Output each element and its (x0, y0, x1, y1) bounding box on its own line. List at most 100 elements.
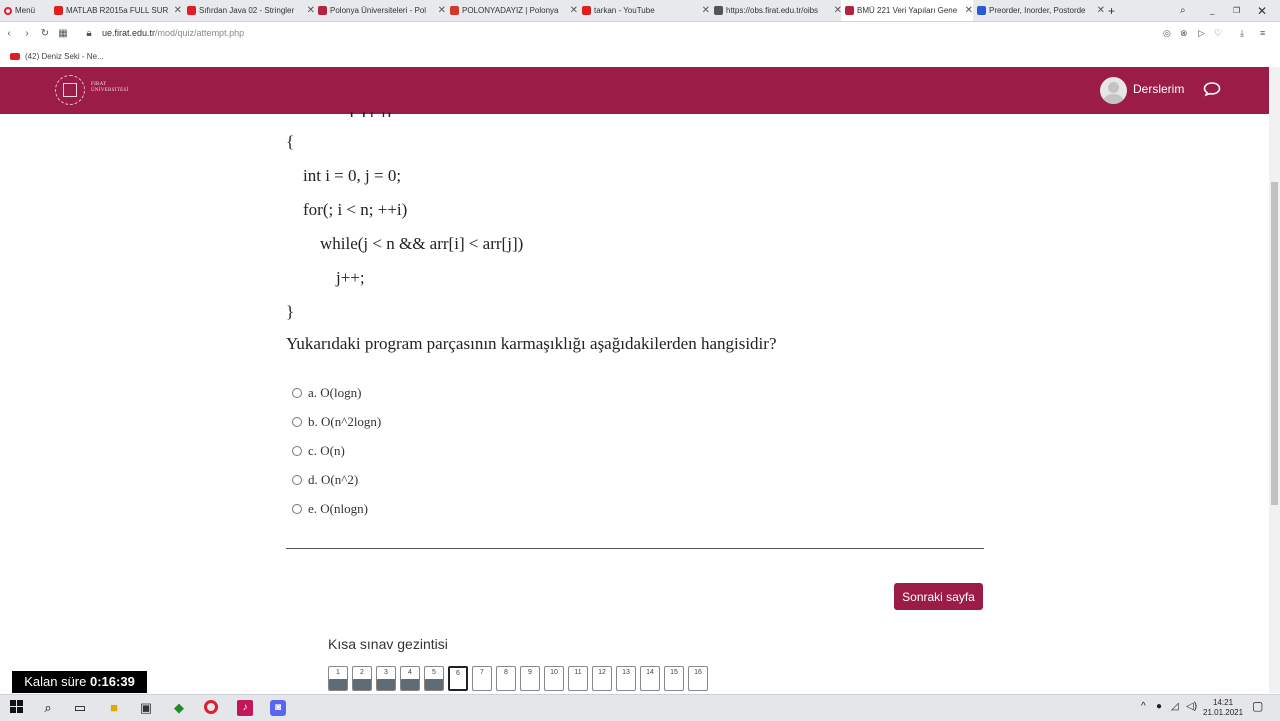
answer-radio-a[interactable] (292, 388, 302, 398)
minimize-button[interactable]: _ (1210, 0, 1222, 21)
easy-setup-icon[interactable]: ≡ (1260, 28, 1265, 38)
answer-radio-d[interactable] (292, 475, 302, 485)
close-tab-icon[interactable]: ✕ (174, 5, 182, 16)
site-header: FIRAT ÜNİVERSİTESİ Derslerim (0, 67, 1280, 114)
system-clock[interactable]: 14:21 21.01.2021 (1203, 698, 1243, 718)
volume-icon[interactable]: ◁) (1186, 701, 1197, 712)
answer-option-d[interactable]: d. O(n^2) (292, 472, 358, 488)
browser-tab[interactable]: Sıfırdan Java 02 - Stringler ✕ (183, 0, 315, 21)
quiz-nav-button[interactable]: 11 (568, 666, 588, 691)
answer-radio-b[interactable] (292, 417, 302, 427)
close-window-button[interactable]: ✕ (1257, 0, 1271, 21)
discord-icon[interactable]: ◙ (270, 700, 286, 716)
tab-title: BMÜ 221 Veri Yapıları Gene (857, 6, 958, 15)
quiz-nav-button[interactable]: 4 (400, 666, 420, 691)
store-icon[interactable]: ▣ (138, 700, 154, 716)
university-logo-text[interactable]: FIRAT ÜNİVERSİTESİ (91, 82, 129, 94)
browser-tab[interactable]: Polonya Üniversiteleri - Pol ✕ (314, 0, 446, 21)
restore-button[interactable]: ❐ (1233, 0, 1245, 21)
flow-icon[interactable]: ▷ (1198, 28, 1205, 39)
code-line: } (286, 302, 295, 321)
page-scrollbar[interactable] (1269, 67, 1280, 693)
quiz-nav-button[interactable]: 7 (472, 666, 492, 691)
close-tab-icon[interactable]: ✕ (702, 5, 710, 16)
quiz-nav-number: 13 (622, 669, 630, 676)
quiz-nav-number: 5 (432, 669, 436, 676)
quiz-nav-button[interactable]: 14 (640, 666, 660, 691)
close-tab-icon[interactable]: ✕ (438, 5, 446, 16)
quiz-nav-button[interactable]: 10 (544, 666, 564, 691)
quiz-nav-button[interactable]: 12 (592, 666, 612, 691)
question-text: Yukarıdaki program parçasının karmaşıklı… (286, 334, 777, 353)
quiz-nav-button[interactable]: 2 (352, 666, 372, 691)
file-explorer-icon[interactable]: ■ (106, 700, 122, 716)
close-tab-icon[interactable]: ✕ (570, 5, 578, 16)
quiz-nav-button[interactable]: 15 (664, 666, 684, 691)
search-tabs-icon[interactable]: ⌕ (1180, 0, 1192, 21)
scrollbar-thumb[interactable] (1271, 182, 1278, 505)
browser-tab[interactable]: tarkan - YouTube ✕ (578, 0, 710, 21)
adblock-icon[interactable]: ⊗ (1180, 28, 1188, 39)
tray-overflow-icon[interactable]: ^ (1141, 701, 1146, 712)
opera-logo-icon (4, 6, 12, 15)
quiz-nav-button[interactable]: 16 (688, 666, 708, 691)
answer-label: e. O(nlogn) (308, 501, 368, 516)
youtube-icon (582, 6, 591, 15)
download-icon[interactable]: ⤓ (1240, 28, 1244, 39)
close-tab-icon[interactable]: ✕ (1097, 5, 1105, 16)
answer-option-a[interactable]: a. O(logn) (292, 385, 361, 401)
clock-time: 14:21 (1213, 698, 1234, 707)
quiz-nav-button[interactable]: 5 (424, 666, 444, 691)
quiz-nav-button[interactable]: 13 (616, 666, 636, 691)
network-icon[interactable]: ◿ (1171, 701, 1179, 712)
answer-option-c[interactable]: c. O(n) (292, 443, 345, 459)
opera-taskbar-icon[interactable] (203, 700, 219, 716)
code-line: { (286, 132, 295, 151)
close-tab-icon[interactable]: ✕ (965, 5, 973, 16)
microphone-icon[interactable]: ● (1156, 701, 1162, 712)
browser-tab[interactable]: Preorder, Inorder, Postorde ✕ (973, 0, 1105, 21)
back-icon[interactable]: ‹ (0, 28, 18, 39)
answer-option-e[interactable]: e. O(nlogn) (292, 501, 368, 517)
bookmark-item[interactable]: (42) Deniz Seki - Ne... (10, 52, 104, 61)
quiz-nav-button[interactable]: 3 (376, 666, 396, 691)
task-view-icon[interactable]: ▭ (72, 700, 88, 716)
search-icon[interactable]: ⌕ (40, 700, 56, 716)
quiz-nav-button[interactable]: 8 (496, 666, 516, 691)
opera-menu-button[interactable]: Menü (4, 0, 48, 21)
answer-radio-c[interactable] (292, 446, 302, 456)
address-bar: ‹ › ↻ ▦ 🔒︎ ue.firat.edu.tr/mod/quiz/atte… (0, 22, 1280, 44)
browser-tab[interactable]: MATLAB R2015a FULL SUR ✕ (50, 0, 182, 21)
reload-icon[interactable]: ↻ (36, 28, 54, 39)
browser-tab[interactable]: https://obs.firat.edu.tr/oibs ✕ (710, 0, 842, 21)
notifications-icon[interactable]: ▢ (1252, 699, 1263, 713)
clipped-code-line: ( ) [ ]) (350, 112, 465, 117)
my-courses-link[interactable]: Derslerim (1133, 82, 1184, 96)
answer-radio-e[interactable] (292, 504, 302, 514)
messages-icon[interactable] (1203, 81, 1221, 97)
next-page-button[interactable]: Sonraki sayfa (894, 583, 983, 610)
new-tab-button[interactable]: + (1108, 0, 1122, 21)
quiz-nav-button[interactable]: 9 (520, 666, 540, 691)
answer-option-b[interactable]: b. O(n^2logn) (292, 414, 381, 430)
quiz-nav-number: 1 (336, 669, 340, 676)
heart-icon[interactable]: ♡ (1214, 28, 1222, 39)
university-seal-icon[interactable] (55, 75, 85, 105)
youtube-icon (10, 52, 20, 60)
divider (286, 548, 984, 549)
quiz-nav-button[interactable]: 1 (328, 666, 348, 691)
app-icon[interactable]: ◆ (171, 700, 187, 716)
browser-tab[interactable]: BMÜ 221 Veri Yapıları Gene ✕ (841, 0, 973, 21)
media-app-icon[interactable]: ♪ (237, 700, 253, 716)
quiz-nav-button[interactable]: 6 (448, 666, 468, 691)
speed-dial-icon[interactable]: ▦ (54, 28, 72, 39)
forward-icon[interactable]: › (18, 28, 36, 39)
windows-start-icon[interactable] (8, 700, 24, 716)
avatar[interactable] (1100, 77, 1127, 104)
answer-label: b. O(n^2logn) (308, 414, 382, 429)
browser-tab[interactable]: POLONYADAYIZ | Polonya ✕ (446, 0, 578, 21)
url-field[interactable]: ue.firat.edu.tr/mod/quiz/attempt.php (102, 28, 244, 38)
snapshot-icon[interactable]: ◎ (1163, 28, 1171, 39)
quiz-nav-number: 4 (408, 669, 412, 676)
answer-label: d. O(n^2) (308, 472, 359, 487)
